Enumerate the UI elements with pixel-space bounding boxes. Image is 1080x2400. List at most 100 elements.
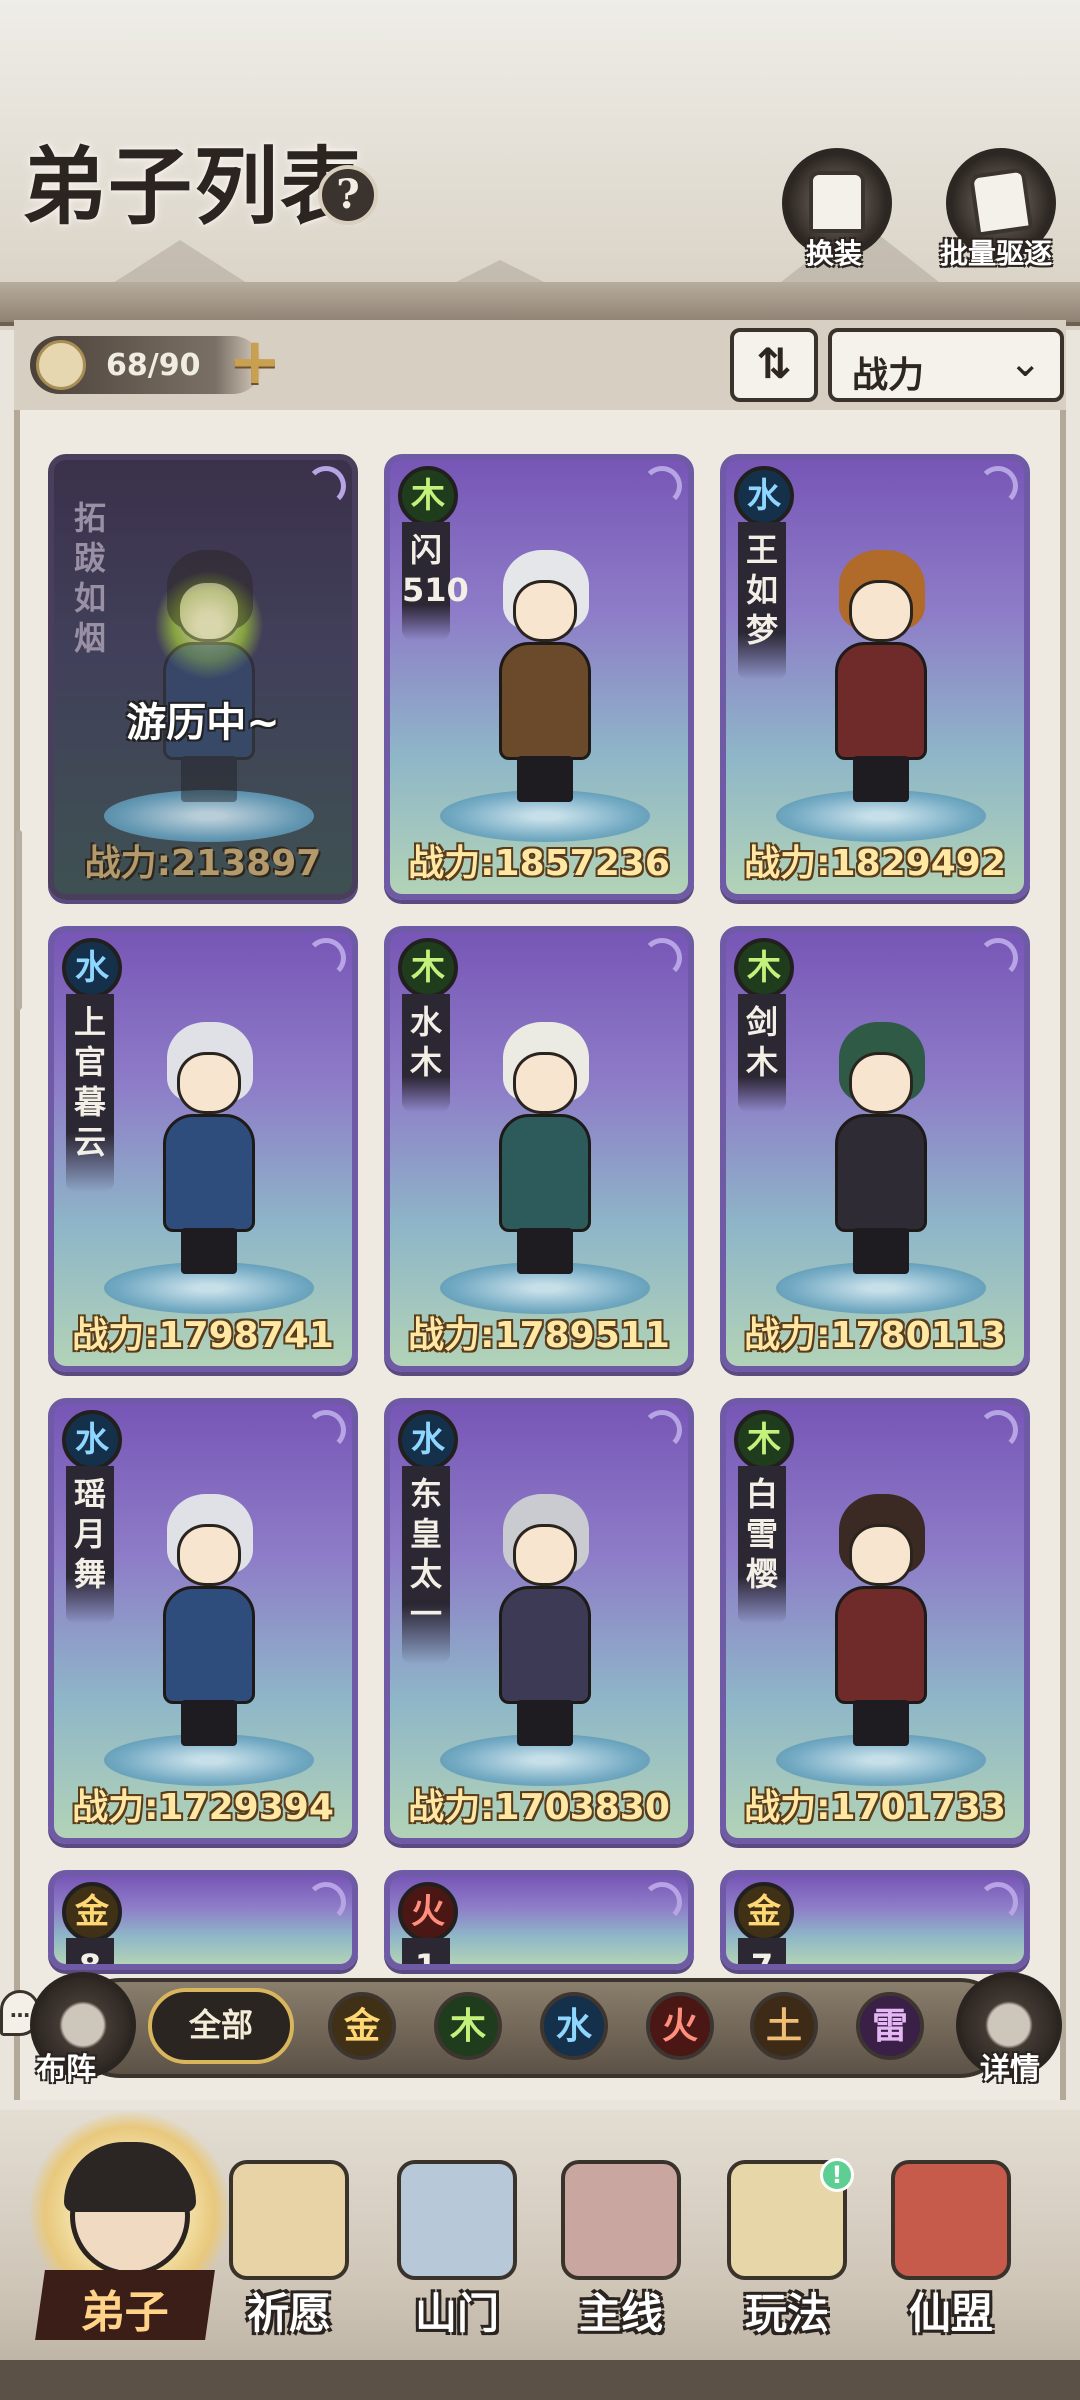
nav-main-quest[interactable]: 主线 [546,2140,696,2360]
disciple-card[interactable]: 水王如梦 战力:1829492 [720,454,1030,900]
portrait-face [513,580,577,642]
nav-alliance-label: 仙盟 [908,2289,993,2338]
portrait-legs [181,756,237,802]
portrait-face [177,1524,241,1586]
portrait-legs [853,1700,909,1746]
portrait-hair [167,1966,253,1970]
batch-expel-button-label: 批量驱逐 [940,237,1053,270]
power-value: 战力:1701733 [744,1787,1006,1828]
portrait-robe [163,1114,255,1232]
filter-water[interactable]: 水 [540,1992,608,2060]
disciple-card[interactable]: 金8 [48,1870,358,1970]
help-icon[interactable]: ? [318,165,378,225]
disciple-portrait [149,1494,269,1754]
disciple-card[interactable]: 金7 [720,1870,1030,1970]
filter-thunder[interactable]: 雷 [856,1992,924,2060]
scroll-icon [968,167,1034,237]
disciple-portrait [149,1022,269,1282]
disciple-card[interactable]: 火1 [384,1870,694,1970]
filter-all[interactable]: 全部 [148,1988,294,2064]
portrait-face [513,1524,577,1586]
portrait-robe [499,1114,591,1232]
disciple-portrait [821,550,941,810]
nav-alliance[interactable]: 仙盟 [876,2140,1026,2360]
filter-wood[interactable]: 木 [434,1992,502,2060]
bottom-nav-frame [0,2360,1080,2400]
portrait-face [849,1524,913,1586]
sort-order-toggle[interactable]: ⇅ [730,328,818,402]
disciple-card[interactable]: 水上官暮云 战力:1798741 [48,926,358,1372]
card-corner-ornament [978,466,1018,506]
disciple-name: 水木 [402,994,450,1112]
portrait-face [513,1052,577,1114]
disciple-avatar-icon [36,340,86,390]
outfit-icon [809,171,865,233]
power-value: 战力:1798741 [72,1315,334,1356]
add-capacity-button[interactable]: + [228,330,284,394]
chevron-down-icon: ⌄ [1008,340,1042,386]
disciple-card[interactable]: 木水木战力:1789511 [384,926,694,1372]
element-badge: 木 [734,938,794,998]
portrait-robe [835,1114,927,1232]
nav-wish-label: 祈愿 [246,2289,331,2338]
card-corner-ornament [642,1410,682,1450]
sword-mountain-icon [561,2160,681,2280]
portrait-legs [181,1228,237,1274]
disciple-card[interactable]: 水瑶月舞 战力:1729394 [48,1398,358,1844]
sort-dropdown[interactable]: 战力 ⌄ [828,328,1064,402]
disciple-card[interactable]: 拓跋如烟 游历中~ 战力:213897 [48,454,358,900]
portrait-face [177,580,241,642]
card-corner-ornament [306,938,346,978]
portrait-legs [517,1700,573,1746]
filter-earth[interactable]: 土 [750,1992,818,2060]
power-value: 战力:1857236 [408,843,670,884]
disciple-name: 剑木 [738,994,786,1112]
portrait-legs [517,756,573,802]
disciple-portrait [485,1966,605,1970]
outfit-button-label: 换装 [806,237,863,270]
disciple-card[interactable]: 水东皇太一 战力:1703830 [384,1398,694,1844]
disciple-card[interactable]: 木剑木 战力:1780113 [720,926,1030,1372]
filter-gold[interactable]: 金 [328,1992,396,2060]
portrait-legs [181,1700,237,1746]
card-corner-ornament [306,466,346,506]
card-corner-ornament [642,1882,682,1922]
power-value: 战力:1703830 [408,1787,670,1828]
portrait-hair [839,1966,925,1970]
disciple-portrait [149,550,269,810]
portrait-robe [835,1586,927,1704]
power-value: 战力:1789511 [408,1315,670,1356]
portrait-legs [853,1228,909,1274]
disciple-name: 拓跋如烟 [73,499,106,657]
card-corner-ornament [306,1410,346,1450]
formation-button-label: 布阵 [36,2052,96,2087]
disciple-portrait [821,1966,941,1970]
scrollbar[interactable] [16,830,22,1010]
card-corner-ornament [978,1410,1018,1450]
element-badge: 水 [734,466,794,526]
element-badge: 木 [734,1410,794,1470]
portrait-robe [835,642,927,760]
element-badge: 金 [734,1882,794,1942]
portrait-face [849,580,913,642]
sort-dropdown-value: 战力 [852,355,925,396]
nav-disciple[interactable]: 弟子 [35,2270,215,2340]
filter-fire[interactable]: 火 [646,1992,714,2060]
alliance-banner-icon [891,2160,1011,2280]
disciple-card[interactable]: 木白雪樱 战力:1701733 [720,1398,1030,1844]
nav-sect[interactable]: 山门 [382,2140,532,2360]
disciple-portrait [149,1966,269,1970]
element-badge: 木 [398,938,458,998]
nav-wish[interactable]: 祈愿 [214,2140,364,2360]
disciple-name: 瑶月舞 [66,1466,114,1624]
disciple-name: 1 [402,1938,450,1964]
power-value: 战力:1829492 [744,843,1006,884]
card-corner-ornament [306,1882,346,1922]
disciple-portrait [485,1022,605,1282]
disciple-portrait [485,550,605,810]
element-badge: 水 [62,938,122,998]
power-value: 战力:213897 [84,843,322,884]
element-badge: 火 [398,1882,458,1942]
disciple-card[interactable]: 木闪510 战力:1857236 [384,454,694,900]
portrait-robe [499,1586,591,1704]
